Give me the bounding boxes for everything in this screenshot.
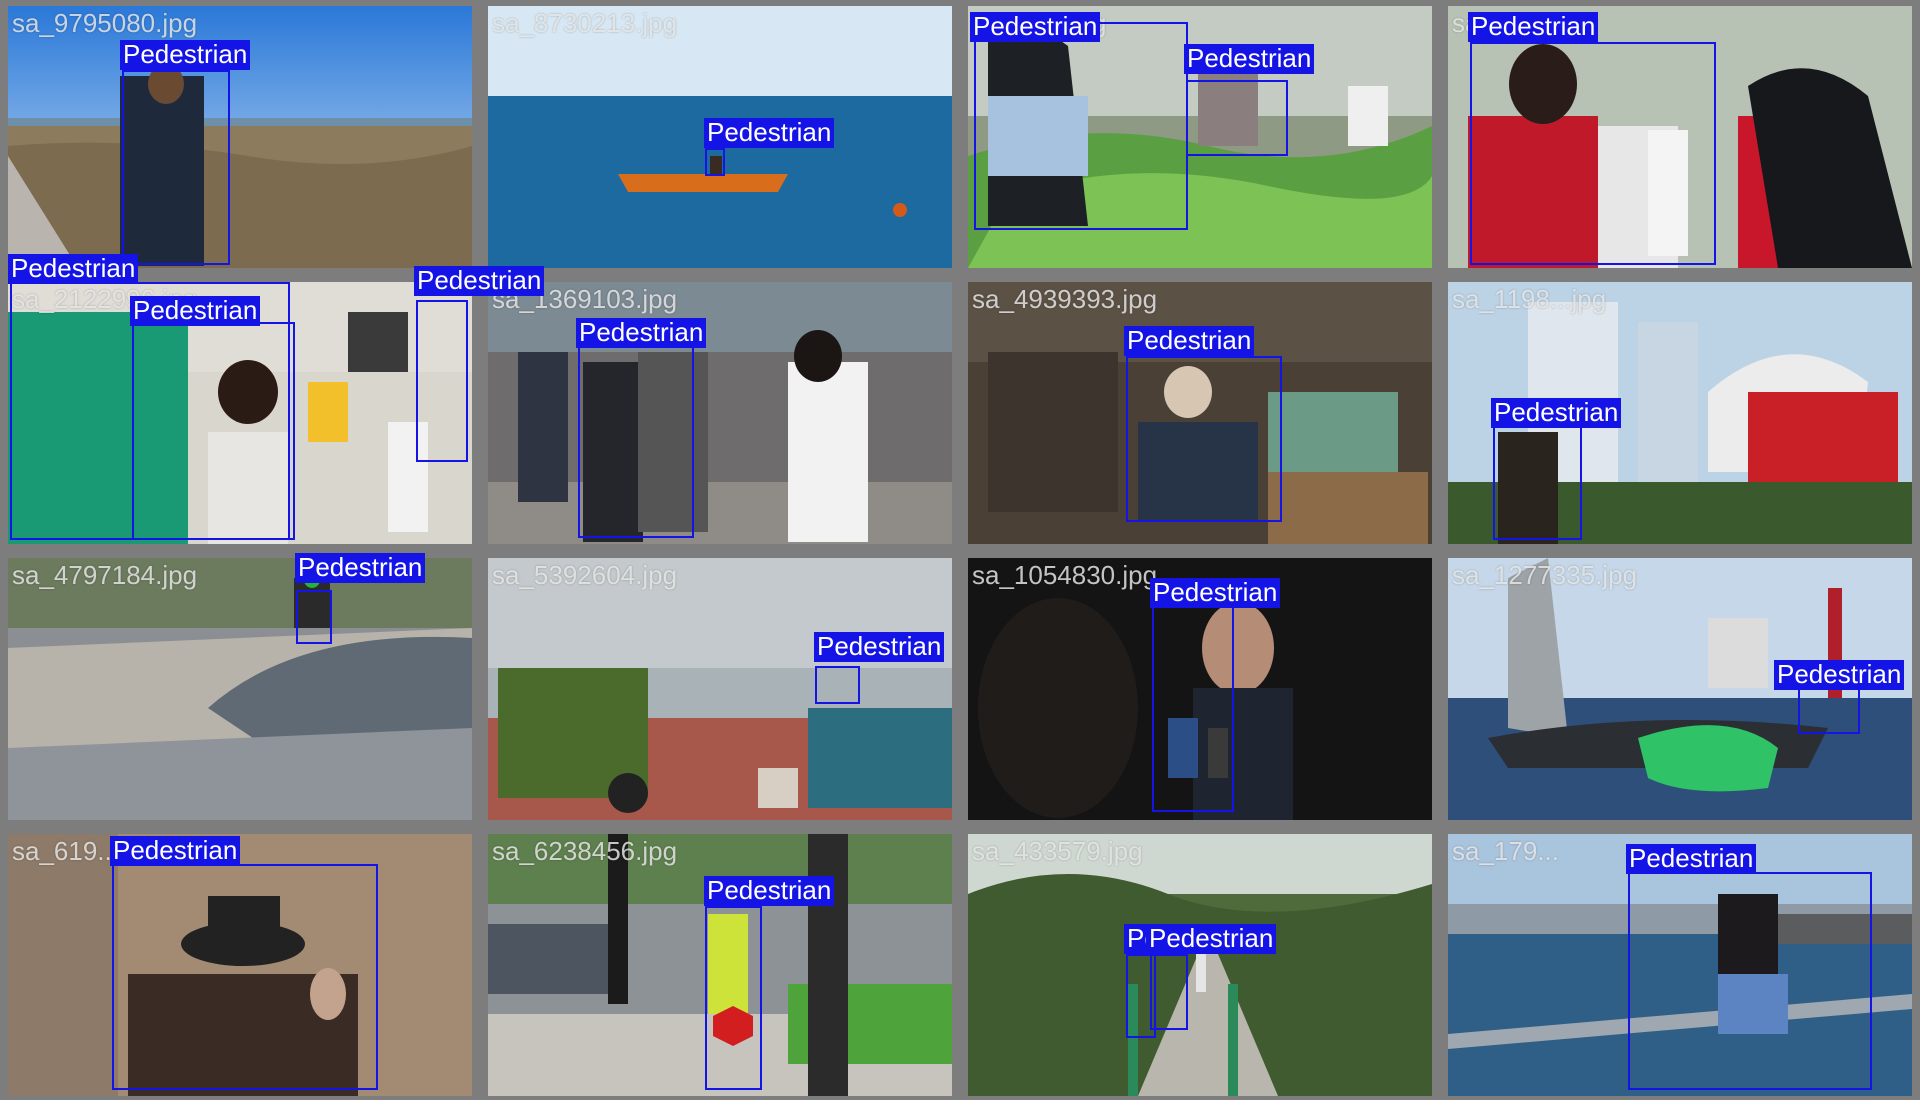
image-tile-6: sa_1369103.jpg: [488, 282, 952, 544]
image-tile-14: sa_6238456.jpg: [488, 834, 952, 1096]
tile-filename: sa_1198...jpg: [1452, 284, 1607, 314]
photo-clinic: [1448, 6, 1912, 268]
tile-filename: sa_2122996.jpg: [12, 284, 198, 314]
image-tile-5: sa_2122996.jpg: [8, 282, 472, 544]
tile-filename: sa_4939393.jpg: [972, 284, 1158, 314]
photo-greenhouse: [968, 6, 1432, 268]
tile-filename: sa_179...: [1452, 836, 1559, 866]
tile-filename: sa_7...9.jpg: [972, 8, 1107, 38]
photo-wall: [8, 834, 472, 1096]
detection-mosaic: sa_9795080.jpg sa_8730213.jpg sa_7...9.j…: [0, 0, 1920, 1100]
image-tile-4: sa_...jpg: [1448, 6, 1912, 268]
photo-forest: [968, 834, 1432, 1096]
image-tile-13: sa_619...: [8, 834, 472, 1096]
image-tile-9: sa_4797184.jpg: [8, 558, 472, 820]
image-tile-11: sa_1054830.jpg: [968, 558, 1432, 820]
image-tile-15: sa_433579.jpg: [968, 834, 1432, 1096]
photo-stage: [1448, 282, 1912, 544]
image-tile-12: sa_1277335.jpg: [1448, 558, 1912, 820]
tile-filename: sa_8730213.jpg: [492, 8, 678, 38]
image-tile-2: sa_8730213.jpg: [488, 6, 952, 268]
image-tile-16: sa_179...: [1448, 834, 1912, 1096]
photo-street: [488, 282, 952, 544]
tile-filename: sa_619...: [12, 836, 119, 866]
photo-interview: [968, 558, 1432, 820]
tile-filename: sa_433579.jpg: [972, 836, 1143, 866]
image-tile-7: sa_4939393.jpg: [968, 282, 1432, 544]
image-tile-10: sa_5392604.jpg: [488, 558, 952, 820]
tile-filename: sa_5392604.jpg: [492, 560, 678, 590]
image-tile-1: sa_9795080.jpg: [8, 6, 472, 268]
photo-coast: [8, 6, 472, 268]
photo-sea: [488, 6, 952, 268]
tile-filename: sa_1369103.jpg: [492, 284, 678, 314]
tile-filename: sa_...jpg: [1452, 8, 1551, 38]
tile-filename: sa_6238456.jpg: [492, 836, 678, 866]
photo-sailboat: [1448, 558, 1912, 820]
tile-filename: sa_1277335.jpg: [1452, 560, 1638, 590]
photo-vaccination: [8, 282, 472, 544]
tile-filename: sa_9795080.jpg: [12, 8, 198, 38]
image-tile-8: sa_1198...jpg: [1448, 282, 1912, 544]
photo-workshop: [968, 282, 1432, 544]
image-tile-3: sa_7...9.jpg: [968, 6, 1432, 268]
photo-skatepark: [8, 558, 472, 820]
photo-market: [488, 558, 952, 820]
photo-bosphorus: [1448, 834, 1912, 1096]
tile-filename: sa_4797184.jpg: [12, 560, 198, 590]
photo-crosswalk: [488, 834, 952, 1096]
tile-filename: sa_1054830.jpg: [972, 560, 1158, 590]
